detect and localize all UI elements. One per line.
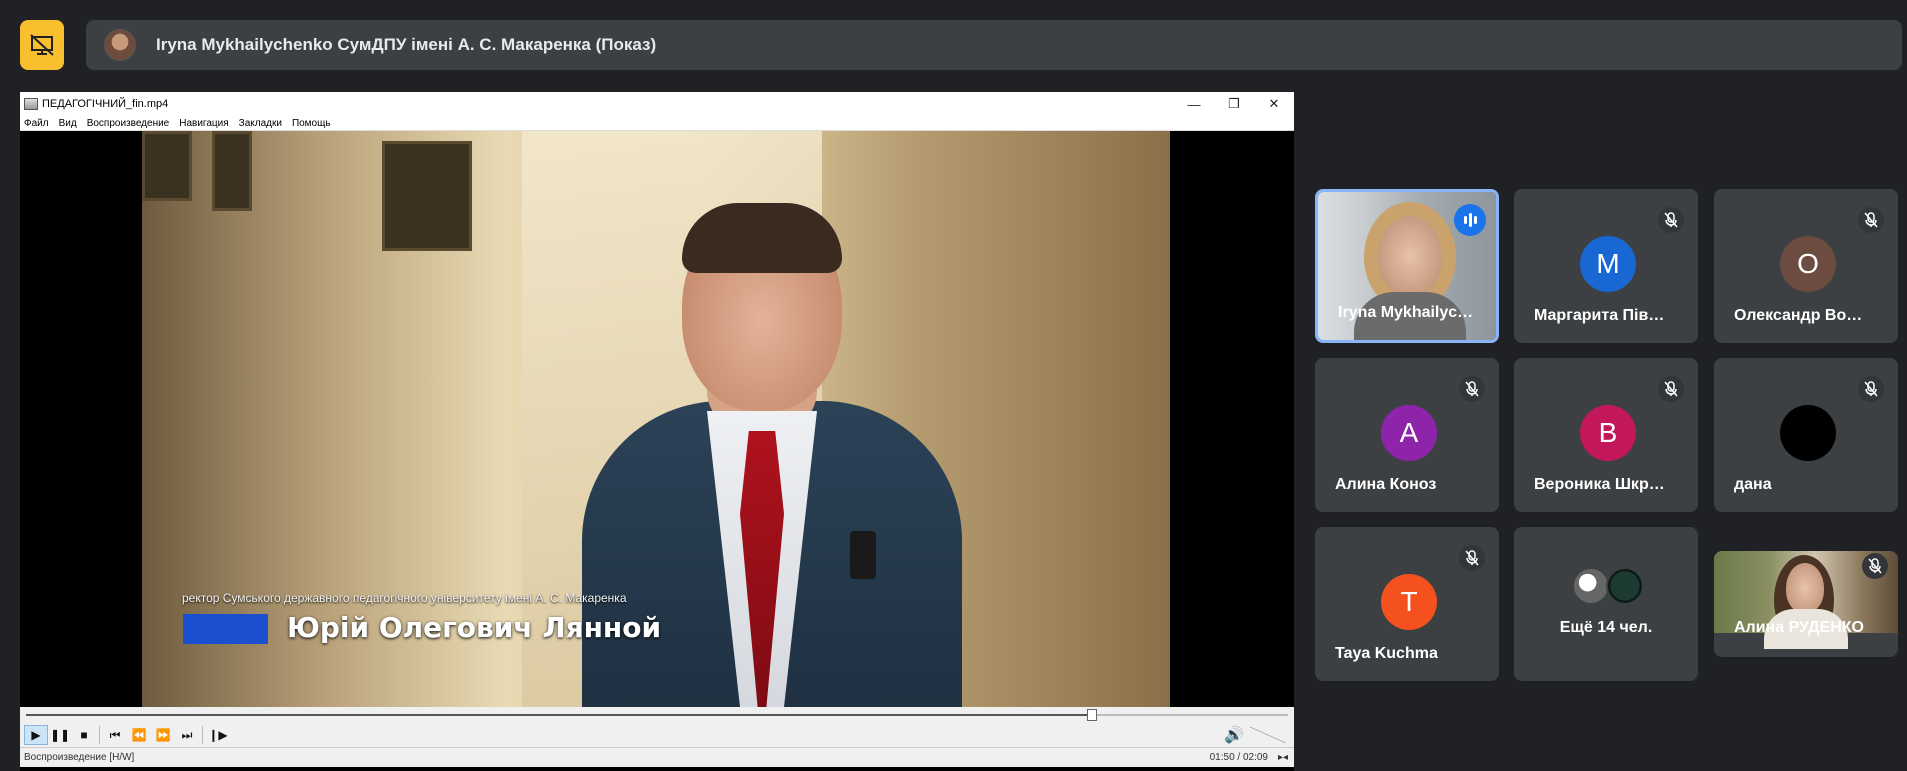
avatar: T	[1381, 574, 1437, 630]
pause-button[interactable]: ❚❚	[48, 725, 72, 745]
participant-name: Алина РУДЕНКО	[1734, 619, 1864, 636]
lower-third-subtitle: ректор Сумського державного педагогічног…	[182, 591, 627, 605]
film-icon	[24, 98, 38, 110]
menu-help[interactable]: Помощь	[292, 118, 331, 129]
tray-icon: ▸◂	[1277, 752, 1288, 763]
presentation-off-icon	[30, 34, 54, 56]
participant-tile[interactable]: О Олександр Во…	[1714, 189, 1898, 343]
menu-playback[interactable]: Воспроизведение	[87, 118, 170, 129]
video-area[interactable]: ректор Сумського державного педагогічног…	[20, 131, 1294, 707]
video-frame: ректор Сумського державного педагогічног…	[142, 131, 1170, 707]
avatar	[1606, 567, 1644, 605]
participant-tile[interactable]: T Taya Kuchma	[1315, 527, 1499, 681]
avatar: А	[1381, 405, 1437, 461]
participant-name: Вероника Шкр…	[1534, 476, 1665, 493]
lower-third-accent	[183, 614, 268, 644]
avatar: В	[1580, 405, 1636, 461]
time-readout: 01:50 / 02:09	[1209, 752, 1268, 763]
lower-third-name: Юрій Олегович Лянной	[287, 611, 662, 644]
player-titlebar: ПЕДАГОГІЧНИЙ_fin.mp4 — ❐ ✕	[20, 92, 1294, 116]
menu-bar: Файл Вид Воспроизведение Навигация Закла…	[20, 116, 1294, 131]
pause-icon: ❚❚	[49, 728, 71, 742]
frame-step-button[interactable]: ❙▶	[206, 725, 230, 745]
presenter-avatar	[104, 29, 136, 61]
participant-tile[interactable]: Алина РУДЕНКО	[1714, 551, 1898, 657]
play-button[interactable]: ▶	[24, 725, 48, 745]
participant-name: дана	[1734, 476, 1772, 493]
participant-tile[interactable]: Iryna Mykhailyc…	[1315, 189, 1499, 343]
mic-off-icon	[1459, 545, 1485, 571]
participant-name: Iryna Mykhailyc…	[1338, 304, 1474, 321]
avatar	[1780, 405, 1836, 461]
speaking-indicator-icon	[1454, 204, 1486, 236]
avatar	[1572, 567, 1610, 605]
maximize-button[interactable]: ❐	[1214, 92, 1254, 116]
presentation-banner: Iryna Mykhailychenko СумДПУ імені А. С. …	[86, 20, 1902, 70]
participant-name: Маргарита Пів…	[1534, 307, 1665, 324]
more-participants-tile[interactable]: Ещё 14 чел.	[1514, 527, 1698, 681]
status-text: Воспроизведение [H/W]	[24, 752, 135, 763]
participant-tile[interactable]: А Алина Коноз	[1315, 358, 1499, 512]
frame-step-icon: ❙▶	[208, 728, 228, 742]
mic-off-icon	[1658, 376, 1684, 402]
minimize-button[interactable]: —	[1174, 92, 1214, 116]
mic-off-icon	[1862, 553, 1888, 579]
seek-progress	[26, 714, 1093, 716]
stop-icon: ■	[80, 728, 88, 742]
menu-navigation[interactable]: Навигация	[179, 118, 228, 129]
seek-thumb[interactable]	[1087, 709, 1098, 721]
mic-off-icon	[1459, 376, 1485, 402]
avatar: О	[1780, 236, 1836, 292]
participant-name: Алина Коноз	[1335, 476, 1437, 493]
rewind-icon: ⏪	[131, 728, 147, 742]
more-participants-avatars	[1572, 567, 1644, 605]
menu-file[interactable]: Файл	[24, 118, 49, 129]
rewind-button[interactable]: ⏪	[127, 725, 151, 745]
mic-off-icon	[1858, 207, 1884, 233]
skip-back-icon: ⏮	[109, 727, 121, 742]
seek-bar[interactable]	[20, 707, 1294, 723]
media-player-window: ПЕДАГОГІЧНИЙ_fin.mp4 — ❐ ✕ Файл Вид Восп…	[20, 92, 1294, 771]
volume-icon[interactable]: 🔊	[1224, 725, 1244, 745]
play-icon: ▶	[31, 728, 41, 742]
mic-off-icon	[1658, 207, 1684, 233]
close-button[interactable]: ✕	[1254, 92, 1294, 116]
stop-presenting-button[interactable]	[20, 20, 64, 70]
presentation-title: Iryna Mykhailychenko СумДПУ імені А. С. …	[156, 35, 657, 54]
skip-back-button[interactable]: ⏮	[103, 725, 127, 745]
menu-bookmarks[interactable]: Закладки	[239, 118, 282, 129]
more-participants-label: Ещё 14 чел.	[1559, 619, 1653, 636]
playback-controls: ▶ ❚❚ ■ ⏮ ⏪ ⏩ ⏭ ❙▶ 🔊	[20, 723, 1294, 747]
avatar: М	[1580, 236, 1636, 292]
participant-tile[interactable]: В Вероника Шкр…	[1514, 358, 1698, 512]
participant-tile[interactable]: дана	[1714, 358, 1898, 512]
participant-name: Taya Kuchma	[1335, 645, 1438, 662]
fast-forward-button[interactable]: ⏩	[151, 725, 175, 745]
window-title: ПЕДАГОГІЧНИЙ_fin.mp4	[42, 98, 169, 110]
skip-forward-icon: ⏭	[181, 727, 193, 742]
participant-tile[interactable]: М Маргарита Пів…	[1514, 189, 1698, 343]
mic-off-icon	[1858, 376, 1884, 402]
menu-view[interactable]: Вид	[59, 118, 77, 129]
volume-slider[interactable]	[1250, 727, 1286, 743]
stop-button[interactable]: ■	[72, 725, 96, 745]
skip-forward-button[interactable]: ⏭	[175, 725, 199, 745]
fast-forward-icon: ⏩	[155, 728, 171, 742]
status-bar: Воспроизведение [H/W] 01:50 / 02:09 ▸◂	[20, 747, 1294, 767]
participant-name: Олександр Во…	[1734, 307, 1863, 324]
